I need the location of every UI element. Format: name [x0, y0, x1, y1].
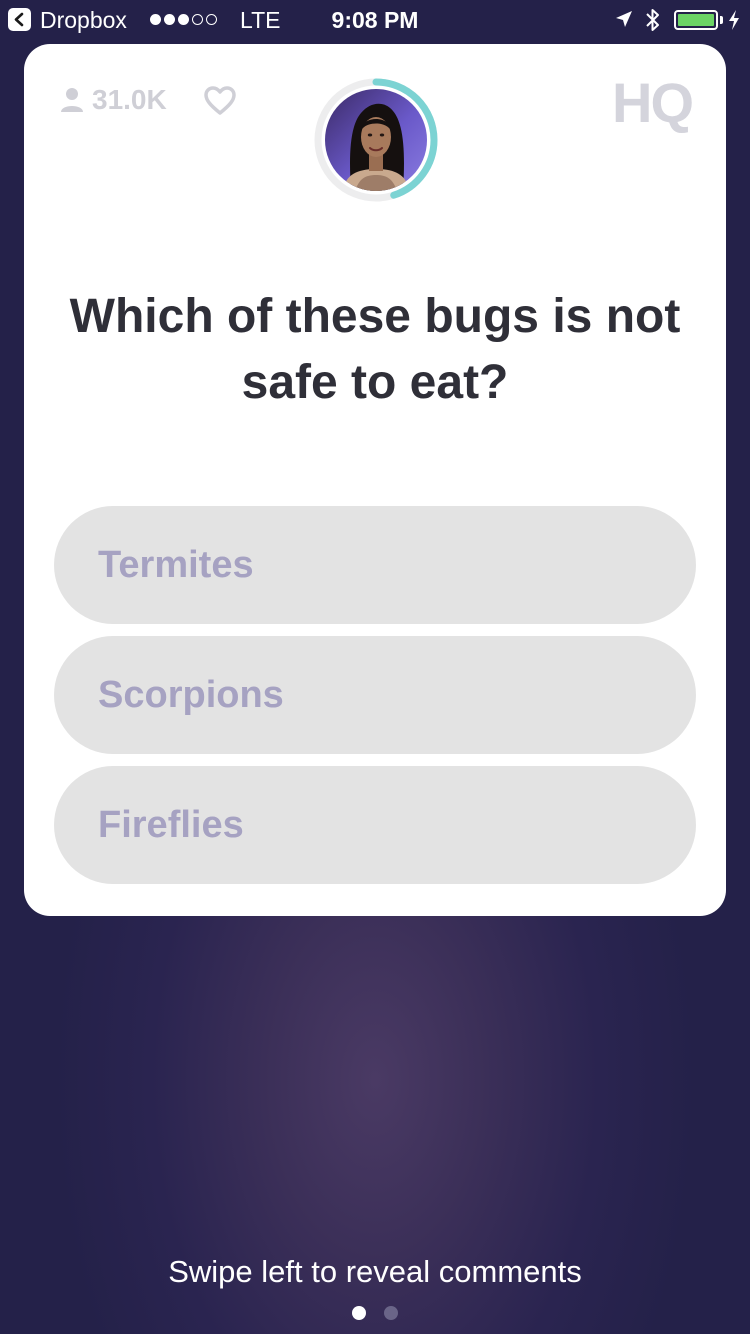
answer-option-3[interactable]: Fireflies: [54, 766, 696, 884]
page-indicator[interactable]: [352, 1306, 398, 1320]
question-text: Which of these bugs is not safe to eat?: [69, 290, 681, 409]
question-card: 31.0K HQ Which of these bugs is not safe…: [24, 44, 726, 916]
heart-icon[interactable]: [204, 86, 236, 116]
status-bar: Dropbox LTE 9:08 PM: [0, 0, 750, 40]
page-dot-active: [352, 1306, 366, 1320]
host-photo: [325, 89, 427, 191]
person-icon: [61, 88, 83, 112]
host-avatar: [314, 78, 438, 202]
answer-option-2[interactable]: Scorpions: [54, 636, 696, 754]
viewer-count: 31.0K: [60, 84, 167, 116]
page-dot: [384, 1306, 398, 1320]
battery-tip: [720, 16, 723, 24]
answer-option-label: Scorpions: [98, 673, 284, 716]
bluetooth-icon: [646, 9, 659, 31]
swipe-hint: Swipe left to reveal comments: [168, 1254, 582, 1289]
answer-option-1[interactable]: Termites: [54, 506, 696, 624]
answer-option-label: Termites: [98, 543, 254, 586]
battery-indicator: [674, 10, 718, 30]
location-arrow-icon: [616, 11, 632, 27]
clock: 9:08 PM: [331, 7, 419, 33]
host-silhouette: [343, 103, 409, 191]
charging-bolt-icon: [729, 10, 739, 30]
hq-logo: HQ: [612, 71, 694, 134]
answer-option-label: Fireflies: [98, 803, 244, 846]
viewer-count-label: 31.0K: [92, 84, 167, 115]
battery-fill: [678, 14, 714, 26]
